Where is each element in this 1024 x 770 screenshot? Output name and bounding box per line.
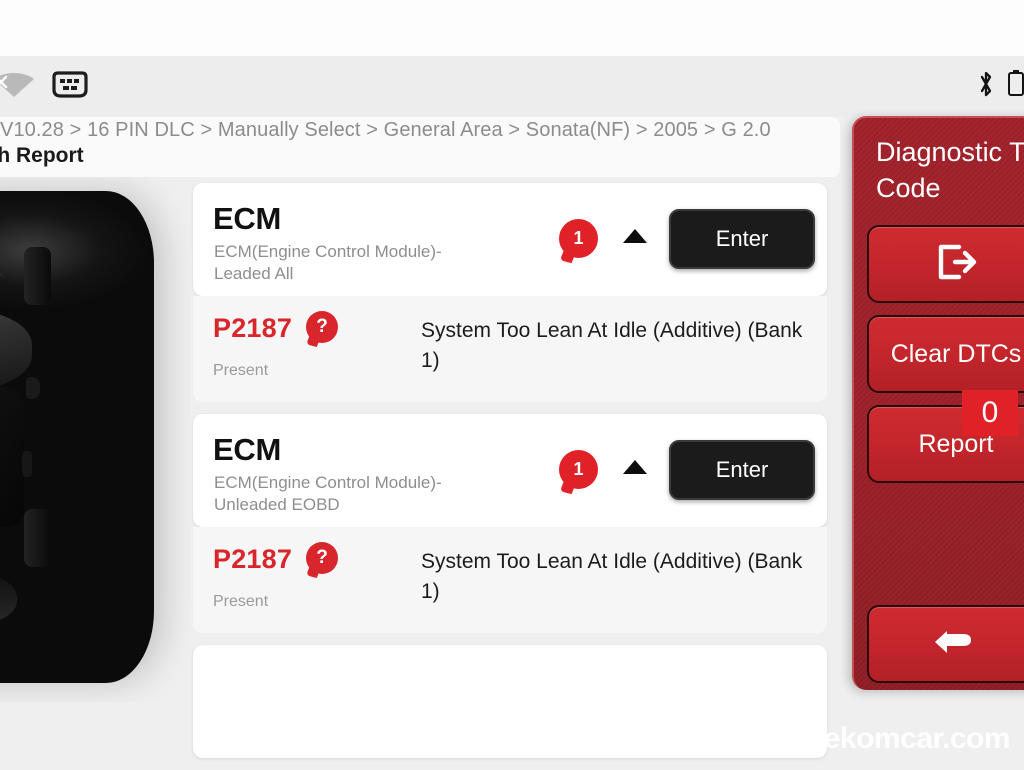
vehicle-door-handle	[22, 451, 32, 477]
vehicle-rear-glass	[0, 571, 17, 627]
breadcrumb[interactable]: V10.28 > 16 PIN DLC > Manually Select > …	[0, 119, 771, 142]
list-gap	[193, 633, 827, 645]
vehicle-rear-wheel	[24, 509, 51, 567]
diagnostic-toolbar: Diagnostic Trouble Code Clear DTCs 0 Rep…	[852, 116, 1024, 690]
chevron-up-icon[interactable]	[623, 229, 647, 243]
fault-count-badge: 1	[559, 219, 598, 258]
dtc-description: System Too Lean At Idle (Additive) (Bank…	[421, 550, 803, 603]
vehicle-hood-line	[0, 261, 4, 297]
header-card: V10.28 > 16 PIN DLC > Manually Select > …	[0, 117, 840, 177]
module-card[interactable]: ECM ECM(Engine Control Module)-Leaded Al…	[193, 183, 827, 296]
list-gap	[193, 402, 827, 414]
dtc-row[interactable]: P2187 ? Present System Too Lean At Idle …	[193, 527, 827, 633]
watermark: bekomcar.com	[805, 722, 1011, 755]
status-bar-left-icons	[0, 70, 92, 105]
clear-dtc-button[interactable]: Clear DTCs	[867, 315, 1024, 393]
dtc-description: System Too Lean At Idle (Additive) (Bank…	[421, 319, 803, 372]
page-title: Health Report	[0, 144, 84, 167]
help-icon[interactable]: ?	[306, 311, 338, 343]
dtc-row[interactable]: P2187 ? Present System Too Lean At Idle …	[193, 296, 827, 402]
back-button[interactable]	[867, 605, 1024, 683]
dtc-status: Present	[213, 362, 269, 379]
bluetooth-icon	[976, 70, 996, 103]
tablet-screen: V10.28 > 16 PIN DLC > Manually Select > …	[0, 0, 1024, 770]
back-arrow-icon	[927, 622, 985, 667]
status-bar	[0, 56, 1024, 116]
module-name: ECM	[213, 432, 281, 467]
module-card-partial[interactable]	[193, 645, 827, 758]
vehicle-side-mirror	[26, 377, 40, 399]
dtc-code: P2187	[213, 313, 293, 343]
fault-count-badge: 1	[559, 450, 598, 489]
module-description: ECM(Engine Control Module)-Leaded All	[214, 242, 442, 283]
exit-button[interactable]	[867, 225, 1024, 303]
module-card[interactable]: ECM ECM(Engine Control Module)-Unleaded …	[193, 414, 827, 527]
top-strip	[0, 0, 1024, 56]
dtc-status: Present	[213, 593, 269, 610]
vehicle-front-wheel	[24, 247, 51, 305]
wifi-off-icon	[0, 70, 34, 105]
toolbar-title: Diagnostic Trouble Code	[876, 137, 1024, 203]
report-count-badge: 0	[962, 390, 1018, 436]
status-bar-right-icons	[976, 70, 1024, 103]
enter-button[interactable]: Enter	[669, 440, 815, 500]
help-icon[interactable]: ?	[306, 542, 338, 574]
vehicle-top-view	[0, 191, 154, 683]
obd-connector-icon	[48, 70, 92, 105]
module-name: ECM	[213, 201, 281, 236]
exit-icon	[933, 241, 979, 288]
vehicle-roof	[0, 387, 24, 527]
vehicle-image-panel	[0, 177, 190, 702]
chevron-up-icon[interactable]	[623, 460, 647, 474]
battery-icon	[1008, 70, 1024, 103]
dtc-code: P2187	[213, 544, 293, 574]
module-description: ECM(Engine Control Module)-Unleaded EOBD	[214, 473, 442, 514]
enter-button[interactable]: Enter	[669, 209, 815, 269]
module-list[interactable]: ECM ECM(Engine Control Module)-Leaded Al…	[193, 183, 827, 758]
